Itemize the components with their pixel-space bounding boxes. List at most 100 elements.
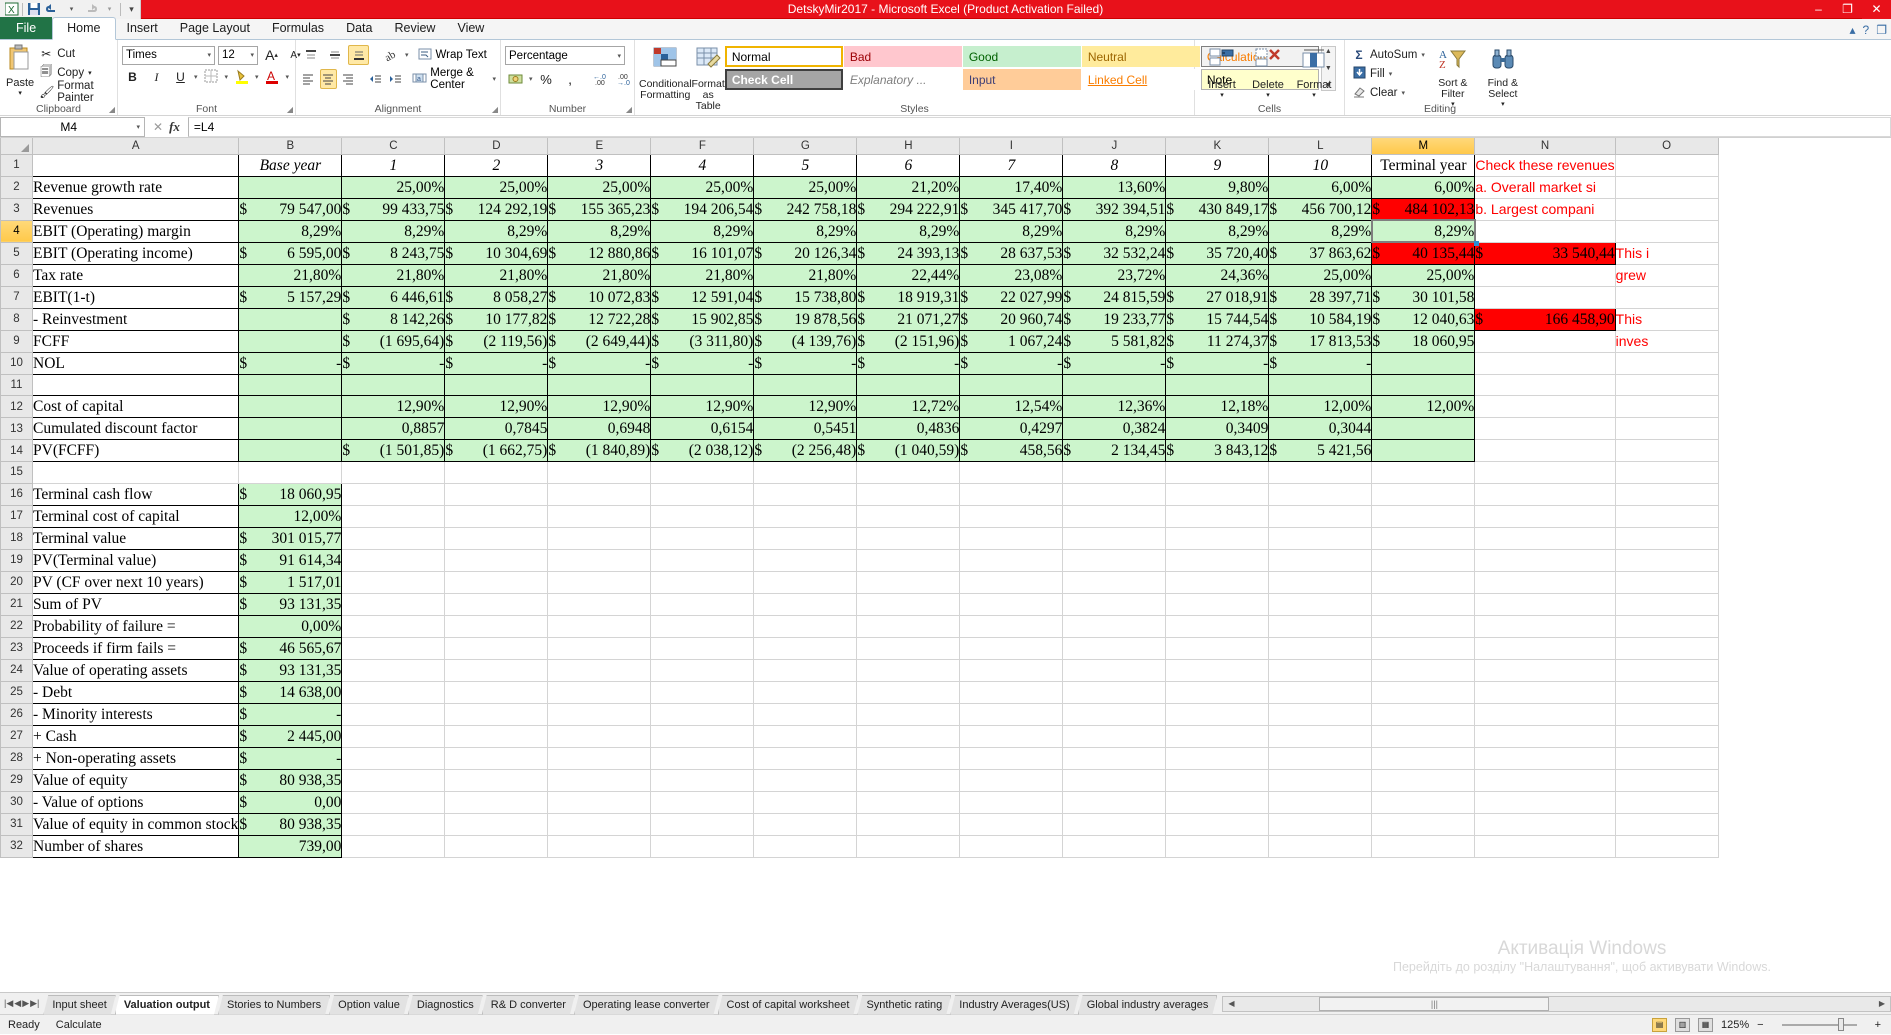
cell-i12[interactable]: 12,54%: [959, 395, 1064, 418]
cell-m9[interactable]: $18 060,95: [1371, 330, 1476, 353]
column-header-o[interactable]: O: [1614, 138, 1719, 155]
cell-blank-25-3[interactable]: [650, 681, 755, 704]
cell-h6[interactable]: 22,44%: [856, 264, 961, 287]
cell-blank-17-2[interactable]: [547, 505, 652, 528]
cell-e14[interactable]: $ (1 840,89): [547, 439, 652, 462]
cell-blank-25-2[interactable]: [547, 681, 652, 704]
cell-l12[interactable]: 12,00%: [1268, 395, 1373, 418]
delete-cells-button[interactable]: Delete ▾: [1245, 46, 1291, 99]
cell-l2[interactable]: 6,00%: [1268, 176, 1373, 199]
cell-blank-30-9[interactable]: [1268, 791, 1373, 814]
cell-blank-25-4[interactable]: [753, 681, 858, 704]
sheet-tab-global-industry-averages[interactable]: Global industry averages: [1078, 995, 1218, 1015]
row-header-1[interactable]: 1: [0, 153, 33, 177]
cell-n9[interactable]: [1474, 330, 1616, 353]
cell-l3[interactable]: $456 700,12: [1268, 198, 1373, 221]
last-sheet-icon[interactable]: ▶|: [30, 998, 39, 1009]
row-header-12[interactable]: 12: [0, 395, 33, 418]
cell-n4[interactable]: [1474, 220, 1616, 243]
number-format-chevron-down-icon[interactable]: ▾: [613, 52, 621, 60]
cell-blank-31-9[interactable]: [1268, 813, 1373, 836]
paste-dropdown-icon[interactable]: ▾: [18, 89, 22, 97]
column-header-g[interactable]: G: [753, 138, 858, 155]
cell-blank-26-4[interactable]: [753, 703, 858, 726]
cell-blank-26-3[interactable]: [650, 703, 755, 726]
cell-blank-24-3[interactable]: [650, 659, 755, 682]
column-header-f[interactable]: F: [650, 138, 755, 155]
cell-blank-21-0[interactable]: [341, 593, 446, 616]
cell-b5[interactable]: $6 595,00: [238, 242, 343, 265]
cell-a3[interactable]: Revenues: [31, 198, 240, 221]
cell-blank-27-12[interactable]: [1615, 725, 1719, 748]
cell-c8[interactable]: $8 142,26: [341, 308, 446, 331]
cell-c7[interactable]: $6 446,61: [341, 286, 446, 309]
cell-m2[interactable]: 6,00%: [1371, 176, 1476, 199]
cell-blank-17-5[interactable]: [856, 505, 961, 528]
cell-o7[interactable]: [1615, 286, 1719, 309]
cell-blank-26-2[interactable]: [547, 703, 652, 726]
cell-m10[interactable]: [1371, 352, 1476, 375]
cell-blank-23-4[interactable]: [753, 637, 858, 660]
cell-o5-note[interactable]: This i: [1615, 242, 1719, 265]
cell-b13[interactable]: [238, 417, 343, 440]
cell-g14[interactable]: $ (2 256,48): [753, 439, 858, 462]
cell-o12[interactable]: [1615, 395, 1719, 418]
cell-b12[interactable]: [238, 395, 343, 418]
cell-m13[interactable]: [1371, 417, 1476, 440]
style-explanatory[interactable]: Explanatory ...: [843, 69, 962, 90]
cell-blank-27-9[interactable]: [1268, 725, 1373, 748]
cell-blank-29-0[interactable]: [341, 769, 446, 792]
cell-blank-32-5[interactable]: [856, 835, 961, 858]
cell-blank-21-11[interactable]: [1474, 593, 1616, 616]
spreadsheet-grid[interactable]: A B C D E F G H I J K L M N O 1 Base year 1 2 3 4 5 6 7 8 9 10 Term…: [0, 138, 1891, 992]
cell-blank-32-0[interactable]: [341, 835, 446, 858]
cell-l9[interactable]: $17 813,53: [1268, 330, 1373, 353]
cell-blank-15-11[interactable]: [1371, 461, 1476, 484]
cell-b21[interactable]: $93 131,35: [238, 593, 343, 616]
cell-n1-note[interactable]: Check these revenues: [1474, 154, 1616, 177]
cell-blank-19-1[interactable]: [444, 549, 549, 572]
cell-blank-24-8[interactable]: [1165, 659, 1270, 682]
sheet-tab-operating-lease-converter[interactable]: Operating lease converter: [574, 995, 719, 1015]
cell-b8[interactable]: [238, 308, 343, 331]
underline-dropdown-icon[interactable]: ▾: [194, 73, 198, 81]
cell-a6[interactable]: Tax rate: [31, 264, 240, 287]
cell-blank-21-6[interactable]: [959, 593, 1064, 616]
cell-blank-15-0[interactable]: [238, 461, 343, 484]
cell-d3[interactable]: $124 292,19: [444, 198, 549, 221]
cell-blank-24-2[interactable]: [547, 659, 652, 682]
cell-blank-16-4[interactable]: [753, 483, 858, 506]
cell-a8[interactable]: - Reinvestment: [31, 308, 240, 331]
cell-a32[interactable]: Number of shares: [31, 835, 240, 858]
sheet-tab-input-sheet[interactable]: Input sheet: [43, 995, 115, 1015]
cell-blank-30-3[interactable]: [650, 791, 755, 814]
cell-a16[interactable]: Terminal cash flow: [31, 483, 240, 506]
row-header-4[interactable]: 4: [0, 219, 33, 243]
align-top-button[interactable]: [300, 45, 321, 65]
cell-b1[interactable]: Base year: [238, 154, 343, 177]
cell-blank-20-0[interactable]: [341, 571, 446, 594]
cell-o11[interactable]: [1615, 374, 1719, 396]
cancel-formula-icon[interactable]: ✕: [153, 120, 163, 134]
cell-k13[interactable]: 0,3409: [1165, 417, 1270, 440]
cell-o4[interactable]: [1615, 220, 1719, 243]
cell-blank-29-3[interactable]: [650, 769, 755, 792]
cell-blank-23-6[interactable]: [959, 637, 1064, 660]
accounting-dropdown-icon[interactable]: ▾: [529, 75, 533, 83]
tab-page-layout[interactable]: Page Layout: [169, 18, 261, 39]
cell-blank-20-7[interactable]: [1062, 571, 1167, 594]
cell-blank-17-10[interactable]: [1371, 505, 1476, 528]
align-middle-button[interactable]: [324, 45, 345, 65]
cell-blank-22-0[interactable]: [341, 615, 446, 638]
cell-m4[interactable]: 8,29%: [1371, 220, 1476, 243]
cell-g1[interactable]: 5: [753, 154, 858, 177]
cell-b7[interactable]: $5 157,29: [238, 286, 343, 309]
sheet-tab-option-value[interactable]: Option value: [329, 995, 409, 1015]
cell-d9[interactable]: $ (2 119,56): [444, 330, 549, 353]
cell-blank-28-2[interactable]: [547, 747, 652, 770]
cell-g5[interactable]: $20 126,34: [753, 242, 858, 265]
cell-b9[interactable]: [238, 330, 343, 353]
cell-j8[interactable]: $19 233,77: [1062, 308, 1167, 331]
cell-a25[interactable]: - Debt: [31, 681, 240, 704]
cell-f7[interactable]: $12 591,04: [650, 286, 755, 309]
